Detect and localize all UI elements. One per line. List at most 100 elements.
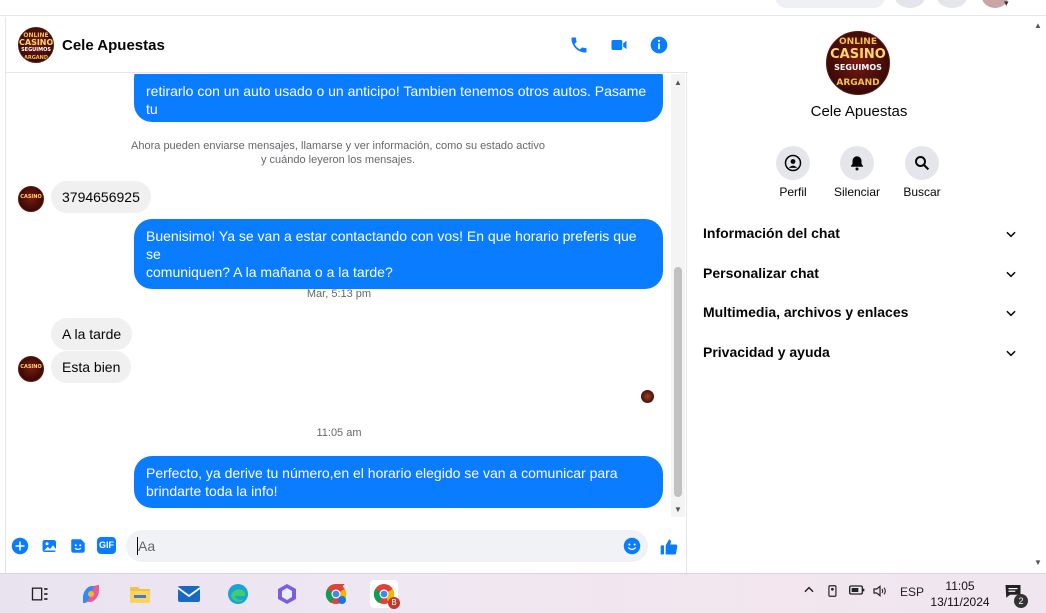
avatar-text-casino: CASINO [830, 47, 886, 62]
chat-pane: ONLINE CASINO SEGUIMOS ARGAND Cele Apues… [5, 17, 688, 573]
profile-badge: B [388, 597, 400, 609]
file-explorer-icon[interactable] [126, 580, 154, 608]
chrome-icon[interactable]: B [370, 580, 400, 609]
search-label: Buscar [903, 185, 941, 199]
timestamp: 11:05 am [316, 427, 362, 439]
notifications-button[interactable] [937, 0, 967, 8]
scroll-thumb[interactable] [674, 267, 682, 497]
search-icon [905, 146, 939, 180]
message-incoming[interactable]: Esta bien [51, 351, 132, 383]
avatar-text-casino: CASINO [20, 194, 42, 200]
task-view-icon[interactable] [26, 580, 54, 608]
profile-button[interactable]: Perfil [761, 146, 825, 199]
copilot-icon[interactable] [77, 580, 105, 608]
edge-icon[interactable] [224, 580, 252, 608]
section-media-files-links[interactable]: Multimedia, archivos y enlaces [703, 300, 1018, 324]
system-notice-line: y cuándo leyeron los mensajes. [260, 154, 416, 166]
info-icon[interactable] [649, 35, 669, 55]
clock-date: 13/11/2024 [930, 595, 990, 609]
mute-label: Silenciar [833, 185, 881, 199]
text-caret [137, 537, 138, 555]
mute-button[interactable]: Silenciar [825, 146, 889, 199]
chat-scrollbar[interactable]: ▲ ▼ [671, 74, 685, 517]
message-list[interactable]: retirarlo con un auto usado o un anticip… [6, 74, 672, 517]
section-label: Personalizar chat [703, 265, 819, 281]
chevron-down-icon[interactable]: ▾ [1004, 0, 1009, 9]
avatar-text-seguimos: SEGUIMOS [834, 63, 882, 72]
seen-receipt-avatar [641, 390, 654, 403]
m365-icon[interactable] [273, 580, 301, 608]
avatar-text-casino: CASINO [20, 364, 42, 370]
chat-info-pane: ONLINE CASINO SEGUIMOS ARGAND Cele Apues… [688, 17, 1030, 573]
search-pill[interactable] [775, 0, 885, 8]
like-icon[interactable] [659, 537, 679, 557]
section-chat-info[interactable]: Información del chat [703, 221, 1018, 245]
scroll-up-icon[interactable]: ▲ [1034, 21, 1042, 30]
menu-button[interactable] [895, 0, 925, 8]
message-text: brindarte toda la info! [146, 483, 278, 499]
system-notice-line: Ahora pueden enviarse mensajes, llamarse… [131, 140, 545, 152]
battery-icon[interactable] [849, 584, 865, 599]
section-label: Multimedia, archivos y enlaces [703, 304, 909, 320]
contact-avatar[interactable]: CASINO [18, 186, 44, 212]
section-customize-chat[interactable]: Personalizar chat [703, 261, 1018, 285]
section-label: Privacidad y ayuda [703, 344, 830, 360]
gif-icon[interactable]: GIF [97, 537, 117, 557]
image-icon[interactable] [41, 537, 61, 557]
sticker-icon[interactable] [69, 537, 89, 557]
profile-name: Cele Apuestas [810, 103, 908, 120]
message-text: Perfecto, ya derive tu número,en el hora… [146, 465, 618, 481]
chat-header: ONLINE CASINO SEGUIMOS ARGAND Cele Apues… [6, 17, 688, 73]
message-outgoing[interactable]: Buenisimo! Ya se van a estar contactando… [134, 219, 663, 289]
chevron-down-icon [1006, 350, 1016, 357]
avatar-text-argand: ARGAND [836, 78, 880, 88]
volume-icon[interactable] [872, 583, 888, 602]
language-indicator[interactable]: ESP [900, 585, 924, 599]
message-incoming[interactable]: 3794656925 [51, 181, 151, 213]
chat-title[interactable]: Cele Apuestas [62, 37, 165, 54]
avatar-text-argand: ARGAND [23, 55, 49, 61]
phone-icon[interactable] [569, 35, 589, 55]
message-text: Buenisimo! Ya se van a estar contactando… [146, 228, 637, 262]
contact-avatar[interactable]: CASINO [18, 356, 44, 382]
chevron-down-icon [1006, 271, 1016, 278]
message-incoming[interactable]: A la tarde [51, 318, 133, 350]
profile-avatar[interactable]: ONLINE CASINO SEGUIMOS ARGAND [826, 31, 890, 95]
page-scrollbar[interactable]: ▲ ▼ [1030, 17, 1046, 573]
plus-icon[interactable] [11, 537, 31, 557]
composer: GIF [6, 527, 688, 567]
tray-chevron-up-icon[interactable] [802, 583, 816, 600]
scroll-up-icon[interactable]: ▲ [674, 78, 682, 87]
chevron-down-icon [1006, 231, 1016, 238]
message-text: numero y te hablamos! [146, 119, 289, 135]
chrome-profile-icon[interactable] [322, 580, 350, 608]
message-outgoing[interactable]: retirarlo con un auto usado o un anticip… [134, 74, 663, 135]
avatar-text-online: ONLINE [839, 37, 877, 47]
avatar-text-seguimos: SEGUIMOS [21, 47, 51, 53]
chat-avatar[interactable]: ONLINE CASINO SEGUIMOS ARGAND [18, 27, 54, 63]
timestamp: Mar, 5:13 pm [306, 288, 372, 300]
emoji-icon[interactable] [623, 537, 643, 557]
mail-icon[interactable] [175, 580, 203, 608]
taskbar: B ESP 11:05 13/11/2024 2 [0, 573, 1046, 613]
message-input[interactable] [126, 530, 648, 562]
chevron-down-icon [1006, 310, 1016, 317]
scroll-down-icon[interactable]: ▼ [1034, 558, 1042, 567]
section-privacy-help[interactable]: Privacidad y ayuda [703, 340, 1018, 364]
notification-count: 2 [1014, 594, 1028, 608]
gif-label: GIF [97, 537, 116, 554]
section-label: Información del chat [703, 225, 840, 241]
top-bar: ▾ [0, 0, 1046, 16]
message-text: comuniquen? A la mañana o a la tarde? [146, 264, 393, 280]
camera-privacy-icon[interactable] [826, 583, 840, 602]
bell-icon [840, 146, 874, 180]
video-call-icon[interactable] [609, 35, 629, 55]
clock[interactable]: 11:05 13/11/2024 [928, 578, 992, 610]
scroll-down-icon[interactable]: ▼ [674, 505, 682, 514]
message-outgoing[interactable]: Perfecto, ya derive tu número,en el hora… [134, 456, 663, 508]
clock-time: 11:05 [945, 579, 975, 593]
search-button[interactable]: Buscar [890, 146, 954, 199]
avatar-text-casino: CASINO [19, 38, 54, 47]
profile-icon [776, 146, 810, 180]
system-notice: Ahora pueden enviarse mensajes, llamarse… [126, 139, 550, 167]
